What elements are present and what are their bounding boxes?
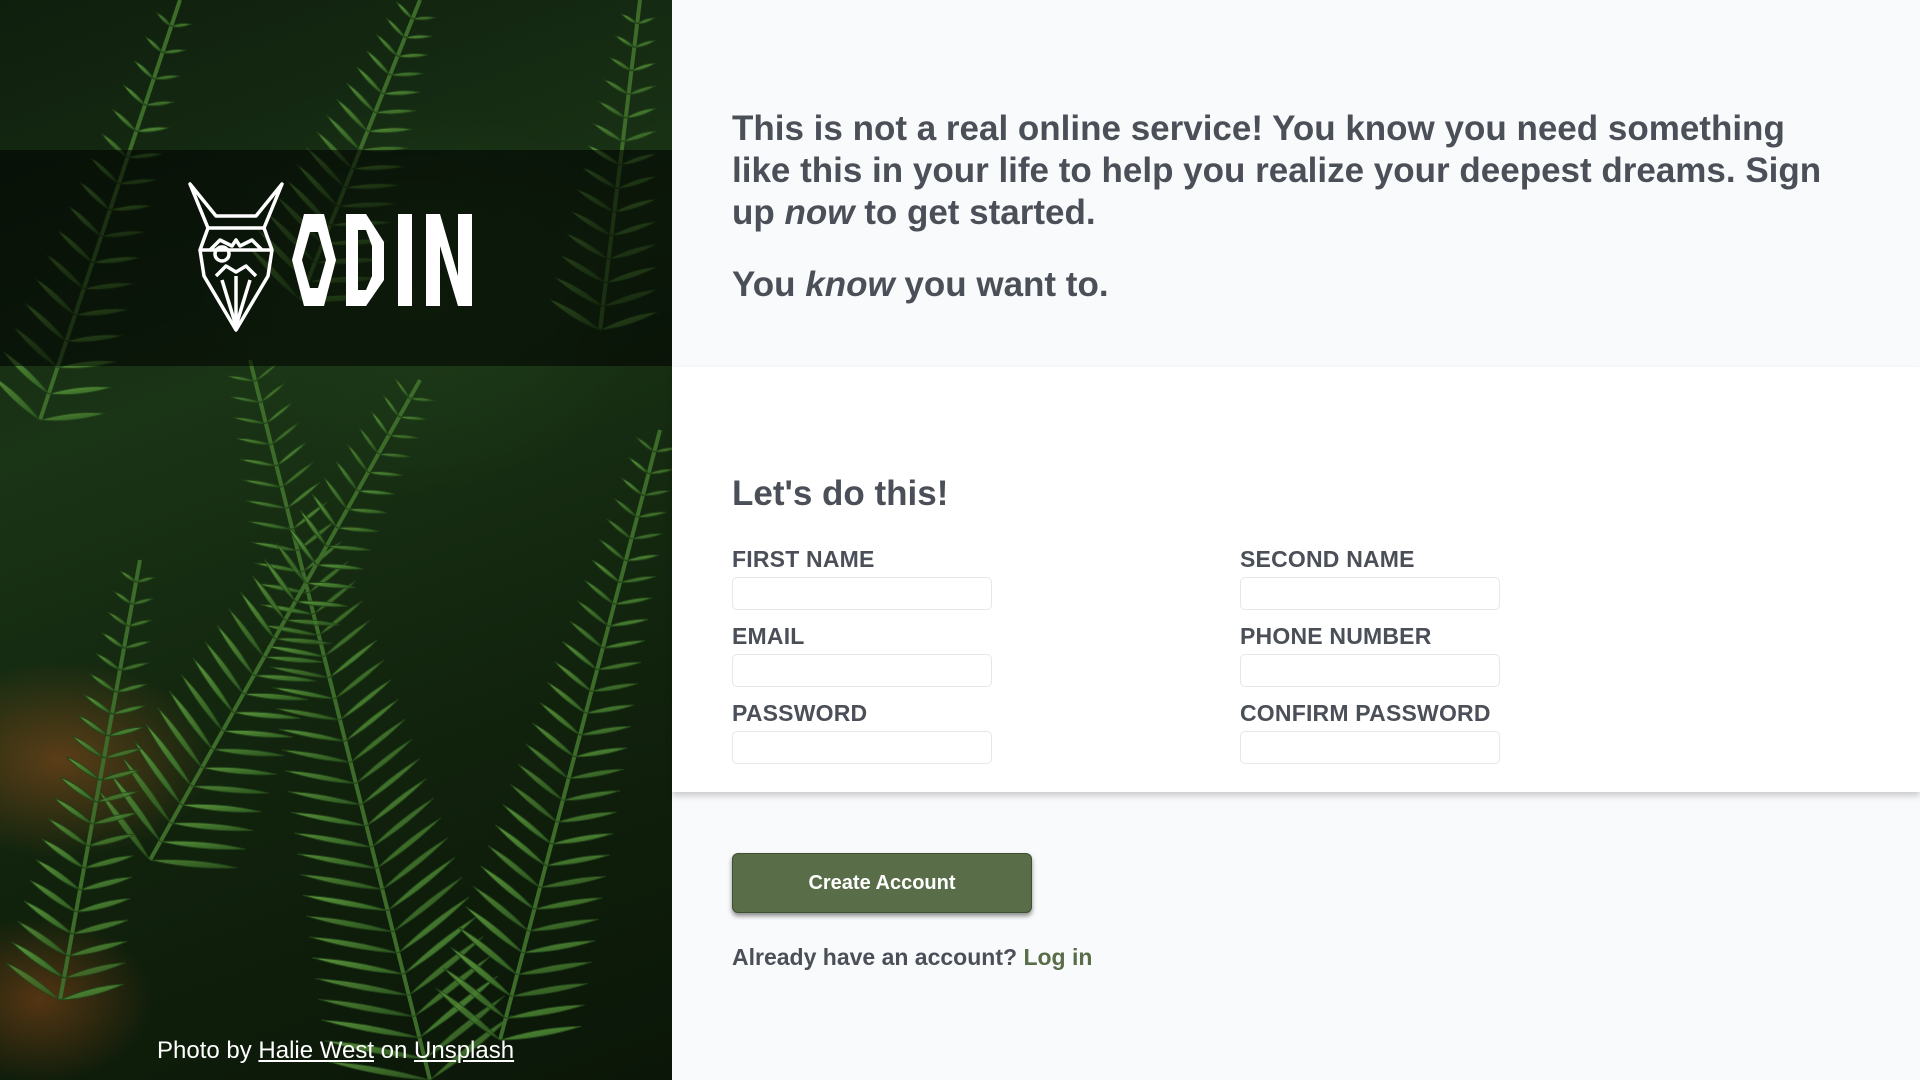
intro-paragraph: This is not a real online service! You k… xyxy=(732,108,1852,234)
odin-wordmark xyxy=(292,214,472,306)
email-input[interactable] xyxy=(732,654,992,687)
login-link[interactable]: Log in xyxy=(1023,944,1092,970)
second-name-group: SECOND NAME xyxy=(1240,546,1530,610)
password-label: PASSWORD xyxy=(732,700,1022,727)
confirm-password-group: CONFIRM PASSWORD xyxy=(1240,700,1530,764)
login-prompt-text: Already have an account? xyxy=(732,944,1017,970)
form-title: Let's do this! xyxy=(732,474,948,514)
first-name-label: FIRST NAME xyxy=(732,546,1022,573)
emphasis-know: know xyxy=(805,265,894,304)
confirm-password-input[interactable] xyxy=(1240,731,1500,764)
photo-credit: Photo by Halie West on Unsplash xyxy=(157,1037,514,1065)
emphasis-now: now xyxy=(784,193,854,232)
unsplash-link[interactable]: Unsplash xyxy=(414,1037,514,1064)
email-group: EMAIL xyxy=(732,623,1022,687)
phone-number-input[interactable] xyxy=(1240,654,1500,687)
intro-section: This is not a real online service! You k… xyxy=(732,108,1852,306)
password-input[interactable] xyxy=(732,731,992,764)
intro-tagline: You know you want to. xyxy=(732,264,1852,306)
login-prompt: Already have an account? Log in xyxy=(732,944,1092,971)
photographer-link[interactable]: Halie West xyxy=(258,1037,374,1064)
confirm-password-label: CONFIRM PASSWORD xyxy=(1240,700,1530,727)
phone-group: PHONE NUMBER xyxy=(1240,623,1530,687)
second-name-label: SECOND NAME xyxy=(1240,546,1530,573)
hero-photo: Photo by Halie West on Unsplash xyxy=(0,0,672,1080)
phone-number-label: PHONE NUMBER xyxy=(1240,623,1530,650)
credit-prefix: Photo by xyxy=(157,1037,258,1064)
credit-middle: on xyxy=(374,1037,414,1064)
first-name-input[interactable] xyxy=(732,577,992,610)
email-label: EMAIL xyxy=(732,623,1022,650)
second-name-input[interactable] xyxy=(1240,577,1500,610)
signup-form-card: Let's do this! FIRST NAME SECOND NAME EM… xyxy=(672,367,1920,792)
first-name-group: FIRST NAME xyxy=(732,546,1022,610)
odin-logo xyxy=(186,180,486,340)
viking-helmet-icon xyxy=(190,184,282,330)
create-account-button[interactable]: Create Account xyxy=(732,853,1032,913)
password-group: PASSWORD xyxy=(732,700,1022,764)
